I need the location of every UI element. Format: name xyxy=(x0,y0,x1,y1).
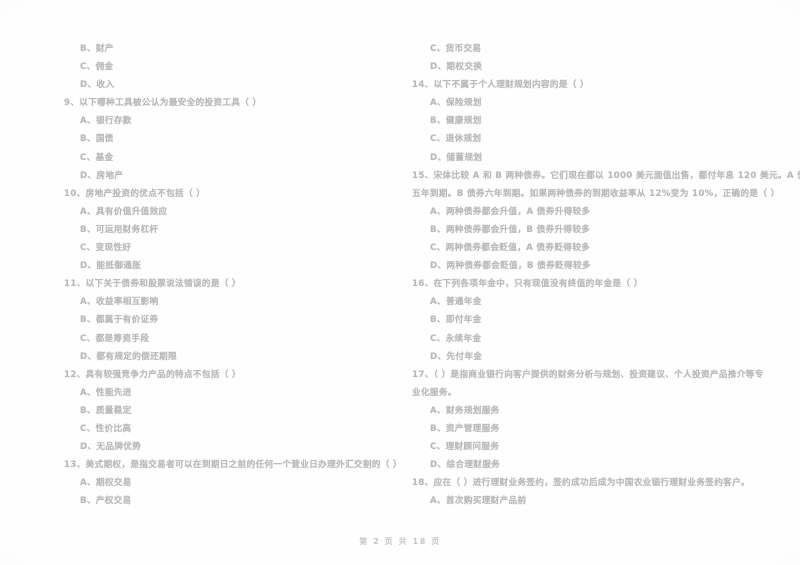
answer-option: C、基金 xyxy=(80,152,114,163)
question-stem: 18、应在（ ）进行理财业务签约，签约成功后成为中国农业银行理财业务签约客户。 xyxy=(412,478,750,489)
answer-option: B、质量稳定 xyxy=(80,405,132,416)
answer-option: B、可运用财务杠杆 xyxy=(80,224,159,235)
scanned-page: B、财产 C、佣金 D、收入 9、以下哪种工具被公认为最安全的投资工具（ ） A、银行存… xyxy=(0,0,800,565)
answer-option: B、国债 xyxy=(80,134,114,145)
answer-option: D、无品牌优势 xyxy=(80,442,142,453)
answer-option: B、都属于有价证券 xyxy=(80,315,159,326)
answer-option: A、收益率相互影响 xyxy=(80,297,159,308)
answer-option: B、资产管理服务 xyxy=(430,423,500,434)
question-stem: 9、以下哪种工具被公认为最安全的投资工具（ ） xyxy=(64,98,262,109)
answer-option: A、性能先进 xyxy=(80,387,132,398)
answer-option: C、退休规划 xyxy=(430,134,482,145)
answer-option: B、健康规划 xyxy=(430,116,482,127)
question-column-left: B、财产 C、佣金 D、收入 9、以下哪种工具被公认为最安全的投资工具（ ） A、银行存… xyxy=(0,0,402,520)
question-stem: 10、房地产投资的优点不包括（ ） xyxy=(64,188,206,199)
question-stem: 16、在下列各项年金中，只有现值没有终值的年金是（ ） xyxy=(412,279,643,290)
answer-option: A、两种债券都会升值，A 债券升得较多 xyxy=(430,206,591,217)
answer-option: A、银行存款 xyxy=(80,116,132,127)
question-stem: 14、以下不属于个人理财规划内容的是（ ） xyxy=(412,80,589,91)
answer-option: B、即付年金 xyxy=(430,315,482,326)
answer-option: D、都有规定的偿还期限 xyxy=(80,351,177,362)
question-stem: 11、以下关于债券和股票说法错误的是（ ） xyxy=(64,279,241,290)
answer-option: D、房地产 xyxy=(80,170,124,181)
answer-option: D、期权交换 xyxy=(430,62,483,73)
answer-option: A、具有价值升值效应 xyxy=(80,206,168,217)
question-stem-continuation: 五年到期。B 债券六年到期。如果两种债券的到期收益率从 12%变为 10%，正确… xyxy=(412,188,780,199)
answer-option: C、佣金 xyxy=(80,62,114,73)
question-stem-continuation: 业化服务。 xyxy=(412,387,457,398)
question-stem: 12、具有较强竞争力产品的特点不包括（ ） xyxy=(64,369,241,380)
answer-option: C、理财顾问服务 xyxy=(430,442,500,453)
answer-option: D、先付年金 xyxy=(430,351,483,362)
answer-option: D、综合理财服务 xyxy=(430,460,501,471)
question-stem: 13、美式期权，是指交易者可以在到期日之前的任何一个营业日办理外汇交割的（ ） xyxy=(64,460,402,471)
answer-option: D、收入 xyxy=(80,80,115,91)
answer-option: C、性价比高 xyxy=(80,423,132,434)
answer-option: A、保险规划 xyxy=(430,98,482,109)
answer-option: B、财产 xyxy=(80,44,114,54)
two-column-layout: B、财产 C、佣金 D、收入 9、以下哪种工具被公认为最安全的投资工具（ ） A、银行存… xyxy=(0,0,800,520)
answer-option: C、永续年金 xyxy=(430,333,482,344)
answer-option: C、货币交易 xyxy=(430,44,482,54)
answer-option: D、两种债券都会贬值，B 债券贬得较多 xyxy=(430,261,591,272)
answer-option: C、变现性好 xyxy=(80,243,132,254)
answer-option: A、期权交易 xyxy=(80,478,132,489)
question-column-right: C、货币交易 D、期权交换 14、以下不属于个人理财规划内容的是（ ） A、保险规划 B… xyxy=(400,0,800,520)
answer-option: D、能抵御通胀 xyxy=(80,261,142,272)
answer-option: B、产权交易 xyxy=(80,496,132,507)
answer-option: A、财务规划服务 xyxy=(430,405,500,416)
answer-option: D、储蓄规划 xyxy=(430,152,483,163)
answer-option: A、首次购买理财产品前 xyxy=(430,496,527,507)
question-stem: 15、宋体比较 A 和 B 两种债券。它们现在都以 1000 美元面值出售，都付… xyxy=(412,170,800,181)
page-footer: 第 2 页 共 18 页 xyxy=(359,537,441,546)
question-stem: 17、（ ）是指商业银行向客户提供的财务分析与规划、投资建议、个人投资产品推介等… xyxy=(412,369,764,380)
answer-option: A、普通年金 xyxy=(430,297,482,308)
answer-option: B、两种债券都会升值，B 债券升得较多 xyxy=(430,224,591,235)
answer-option: C、都是筹资手段 xyxy=(80,333,150,344)
answer-option: C、两种债券都会贬值，A 债券贬得较多 xyxy=(430,243,591,254)
